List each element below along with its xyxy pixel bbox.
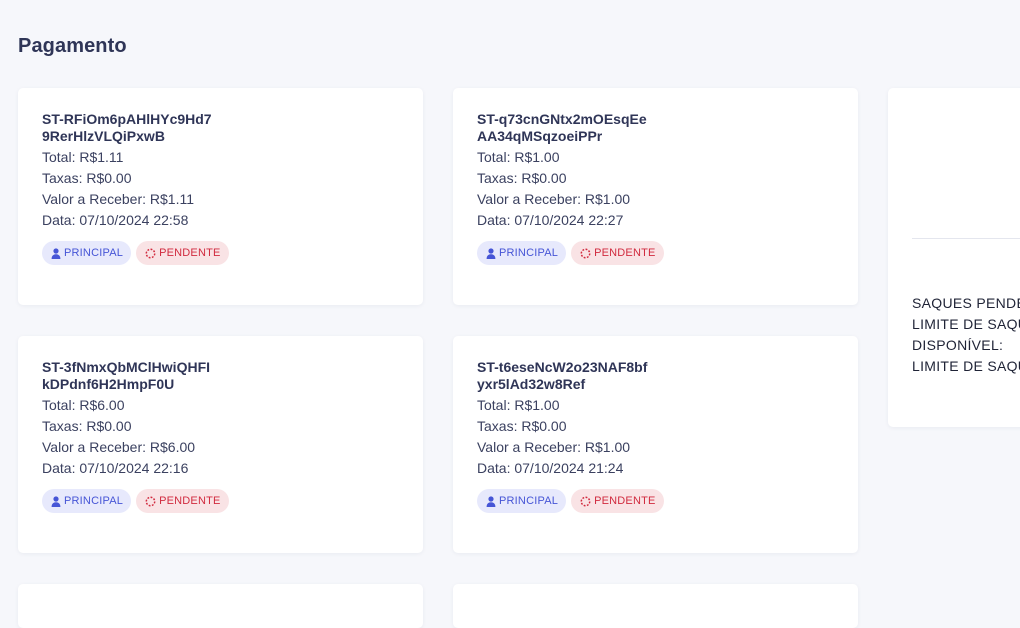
status-badge: PENDENTE — [136, 489, 229, 513]
total-row: Total: R$1.11 — [42, 147, 399, 168]
total-value: R$1.11 — [79, 149, 124, 165]
valor-row: Valor a Receber: R$1.00 — [477, 189, 834, 210]
total-label: Total: — [42, 149, 76, 165]
data-label: Data: — [42, 460, 76, 476]
account-badge: PRINCIPAL — [42, 489, 132, 513]
taxas-label: Taxas: — [477, 418, 518, 434]
valor-label: Valor a Receber: — [42, 191, 147, 207]
data-value: 07/10/2024 21:24 — [514, 460, 624, 476]
data-row: Data: 07/10/2024 22:16 — [42, 458, 399, 479]
total-row: Total: R$6.00 — [42, 395, 399, 416]
taxas-value: R$0.00 — [521, 418, 567, 434]
taxas-row: Taxas: R$0.00 — [477, 168, 834, 189]
page-title: Pagamento — [18, 35, 127, 57]
withdraw-summary-panel: SAQUES PENDE LIMITE DE SAQU DISPONÍVEL: … — [888, 88, 1020, 427]
data-value: 07/10/2024 22:16 — [79, 460, 189, 476]
status-badge-label: PENDENTE — [594, 495, 656, 507]
status-badge-label: PENDENTE — [594, 247, 656, 259]
taxas-row: Taxas: R$0.00 — [42, 168, 399, 189]
payment-card[interactable] — [18, 584, 423, 628]
valor-value: R$1.11 — [149, 191, 195, 207]
taxas-row: Taxas: R$0.00 — [42, 416, 399, 437]
valor-label: Valor a Receber: — [477, 191, 582, 207]
total-value: R$1.00 — [514, 397, 560, 413]
transaction-id: ST-t6eseNcW2o23NAF8bfyxr5lAd32w8Ref — [477, 359, 648, 392]
data-value: 07/10/2024 22:27 — [514, 212, 624, 228]
total-value: R$1.00 — [514, 149, 560, 165]
spinner-icon — [580, 496, 591, 506]
taxas-label: Taxas: — [42, 418, 83, 434]
data-row: Data: 07/10/2024 22:58 — [42, 210, 399, 231]
payment-card[interactable]: ST-q73cnGNtx2mOEsqEeAA34qMSqzoeiPPr Tota… — [453, 88, 858, 305]
data-label: Data: — [477, 460, 511, 476]
status-badge: PENDENTE — [136, 241, 229, 265]
valor-row: Valor a Receber: R$1.11 — [42, 189, 399, 210]
data-row: Data: 07/10/2024 21:24 — [477, 458, 834, 479]
total-label: Total: — [42, 397, 76, 413]
account-badge: PRINCIPAL — [477, 241, 567, 265]
status-badge: PENDENTE — [571, 489, 664, 513]
data-row: Data: 07/10/2024 22:27 — [477, 210, 834, 231]
payment-card[interactable]: ST-RFiOm6pAHlHYc9Hd79RerHlzVLQiPxwB Tota… — [18, 88, 423, 305]
spinner-icon — [580, 248, 591, 258]
valor-value: R$1.00 — [584, 191, 631, 207]
transaction-id: ST-RFiOm6pAHlHYc9Hd79RerHlzVLQiPxwB — [42, 111, 212, 144]
withdraw-summary-list: SAQUES PENDE LIMITE DE SAQU DISPONÍVEL: … — [912, 293, 1020, 377]
user-icon — [486, 247, 496, 259]
total-value: R$6.00 — [79, 397, 125, 413]
taxas-label: Taxas: — [477, 170, 518, 186]
account-badge-label: PRINCIPAL — [64, 247, 124, 259]
divider — [912, 238, 1020, 239]
data-value: 07/10/2024 22:58 — [79, 212, 189, 228]
spinner-icon — [145, 248, 156, 258]
withdraw-limit-label-2: LIMITE DE SAQU — [912, 358, 1020, 374]
data-label: Data: — [477, 212, 511, 228]
taxas-value: R$0.00 — [86, 418, 132, 434]
user-icon — [51, 247, 61, 259]
total-label: Total: — [477, 149, 511, 165]
payment-card[interactable]: ST-t6eseNcW2o23NAF8bfyxr5lAd32w8Ref Tota… — [453, 336, 858, 553]
valor-value: R$1.00 — [584, 439, 631, 455]
payment-card[interactable] — [453, 584, 858, 628]
taxas-label: Taxas: — [42, 170, 83, 186]
spinner-icon — [145, 496, 156, 506]
user-icon — [51, 495, 61, 507]
pending-withdrawals-label: SAQUES PENDE — [912, 295, 1020, 311]
valor-row: Valor a Receber: R$1.00 — [477, 437, 834, 458]
status-badge: PENDENTE — [571, 241, 664, 265]
valor-value: R$6.00 — [149, 439, 196, 455]
status-badge-label: PENDENTE — [159, 495, 221, 507]
total-row: Total: R$1.00 — [477, 147, 834, 168]
total-row: Total: R$1.00 — [477, 395, 834, 416]
account-badge: PRINCIPAL — [42, 241, 132, 265]
status-badge-label: PENDENTE — [159, 247, 221, 259]
user-icon — [486, 495, 496, 507]
payment-card[interactable]: ST-3fNmxQbMClHwiQHFIkDPdnf6H2HmpF0U Tota… — [18, 336, 423, 553]
account-badge-label: PRINCIPAL — [499, 495, 559, 507]
available-label: DISPONÍVEL: — [912, 337, 1004, 353]
account-badge-label: PRINCIPAL — [64, 495, 124, 507]
valor-label: Valor a Receber: — [477, 439, 582, 455]
account-badge-label: PRINCIPAL — [499, 247, 559, 259]
account-badge: PRINCIPAL — [477, 489, 567, 513]
total-label: Total: — [477, 397, 511, 413]
taxas-value: R$0.00 — [521, 170, 567, 186]
transaction-id: ST-q73cnGNtx2mOEsqEeAA34qMSqzoeiPPr — [477, 111, 647, 144]
transaction-id: ST-3fNmxQbMClHwiQHFIkDPdnf6H2HmpF0U — [42, 359, 211, 392]
valor-label: Valor a Receber: — [42, 439, 147, 455]
data-label: Data: — [42, 212, 76, 228]
withdraw-limit-label: LIMITE DE SAQU — [912, 316, 1020, 332]
taxas-value: R$0.00 — [86, 170, 132, 186]
taxas-row: Taxas: R$0.00 — [477, 416, 834, 437]
valor-row: Valor a Receber: R$6.00 — [42, 437, 399, 458]
